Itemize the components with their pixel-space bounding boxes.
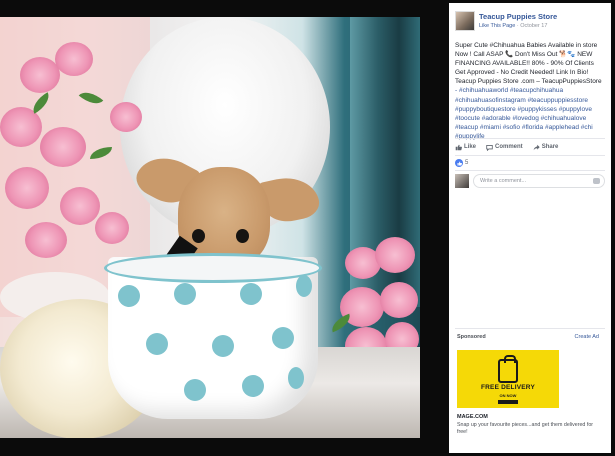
- flower: [375, 237, 415, 273]
- comment-label: Comment: [495, 144, 523, 150]
- teacup-rim: [104, 253, 322, 283]
- ad-image-title: FREE DELIVERY: [480, 384, 535, 391]
- puppy-eye-right: [236, 229, 249, 243]
- cup-dot: [118, 285, 140, 307]
- share-icon: [533, 144, 540, 150]
- post-caption: Super Cute #Chihuahua Babies Available i…: [455, 41, 607, 141]
- create-ad-link[interactable]: Create Ad: [575, 334, 599, 340]
- comment-icon: [486, 144, 493, 151]
- page-avatar[interactable]: [455, 11, 475, 31]
- hashtag-line[interactable]: #teacup #miami #sofio #florida #applehea…: [455, 123, 607, 132]
- camera-icon[interactable]: [593, 178, 600, 184]
- cup-dot: [184, 379, 206, 401]
- ad-domain[interactable]: MAGE.COM: [457, 414, 488, 420]
- flower: [110, 102, 142, 132]
- ad-image[interactable]: FREE DELIVERY ON NOW: [457, 350, 559, 408]
- like-label: Like: [464, 144, 477, 150]
- cup-dot: [212, 335, 234, 357]
- share-label: Share: [541, 144, 559, 150]
- cup-dot: [296, 275, 312, 297]
- flower: [55, 42, 93, 76]
- post-meta: Like This Page · October 17: [479, 23, 547, 29]
- like-page-link[interactable]: Like This Page: [479, 23, 515, 29]
- page-name-link[interactable]: Teacup Puppies Store: [479, 12, 557, 21]
- caption-line: FINANCING AVAILABLE!! 80% - 90% Of Clien…: [455, 60, 594, 68]
- like-reaction-icon: [455, 159, 463, 167]
- post-actions: Like Comment Share: [455, 141, 605, 153]
- ad-image-button: [498, 400, 518, 404]
- hashtag-line[interactable]: #toocute #adorable #lovedog #chihuahualo…: [455, 114, 607, 123]
- cup-dot: [146, 333, 168, 355]
- puppy-eye-left: [192, 229, 205, 243]
- user-avatar: [455, 174, 469, 188]
- hashtag-line[interactable]: #puppylife: [455, 132, 607, 141]
- like-button[interactable]: Like: [455, 144, 476, 151]
- flower: [0, 107, 42, 147]
- meta-separator: ·: [516, 23, 519, 29]
- divider: [455, 328, 605, 329]
- flower: [20, 57, 60, 93]
- hashtag-line[interactable]: - #chihuahuaworld #teacupchihuahua: [455, 86, 607, 95]
- shopping-bag-icon: [498, 355, 518, 383]
- comment-input[interactable]: Write a comment...: [473, 174, 605, 188]
- cup-dot: [174, 283, 196, 305]
- flower: [5, 167, 49, 209]
- divider: [455, 138, 605, 139]
- hashtag-line[interactable]: #puppyboutiquestore #puppykisses #puppyl…: [455, 105, 607, 114]
- caption-line: Get Approved - No Credit Needed! Link In…: [455, 69, 589, 77]
- divider: [455, 170, 605, 171]
- flower: [40, 127, 86, 167]
- thumbs-up-icon: [455, 144, 462, 150]
- flower: [25, 222, 67, 258]
- comment-placeholder: Write a comment...: [480, 178, 527, 184]
- post-date[interactable]: October 17: [520, 23, 547, 29]
- reaction-summary[interactable]: 5: [455, 158, 468, 168]
- hashtag-line[interactable]: #chihuahuasofinstagram #teacuppuppiessto…: [455, 96, 607, 105]
- post-sidebar: Teacup Puppies Store Like This Page · Oc…: [449, 3, 611, 453]
- divider: [455, 155, 605, 156]
- post-photo[interactable]: [0, 17, 420, 438]
- cup-dot: [272, 327, 294, 349]
- reaction-count: 5: [465, 160, 469, 166]
- caption-line: Now ! Call ASAP 📞 Don't Miss Out 🐕🐾 NEW: [455, 51, 593, 59]
- cup-dot: [288, 367, 304, 389]
- flower: [95, 212, 129, 244]
- ad-image-subtitle: ON NOW: [499, 393, 517, 398]
- cup-dot: [242, 375, 264, 397]
- caption-line: Super Cute #Chihuahua Babies Available i…: [455, 42, 598, 49]
- comment-composer: Write a comment...: [455, 173, 607, 189]
- post-header: Teacup Puppies Store Like This Page · Oc…: [455, 11, 605, 33]
- flower: [380, 282, 418, 318]
- flower: [60, 187, 100, 225]
- sponsored-label: Sponsored: [457, 334, 486, 340]
- ad-description: Snap up your favourite pieces...and get …: [457, 422, 594, 435]
- caption-line: Teacup Puppies Store .com – TeacupPuppie…: [455, 78, 602, 86]
- cup-dot: [240, 283, 262, 305]
- comment-button[interactable]: Comment: [486, 144, 523, 151]
- share-button[interactable]: Share: [533, 144, 559, 151]
